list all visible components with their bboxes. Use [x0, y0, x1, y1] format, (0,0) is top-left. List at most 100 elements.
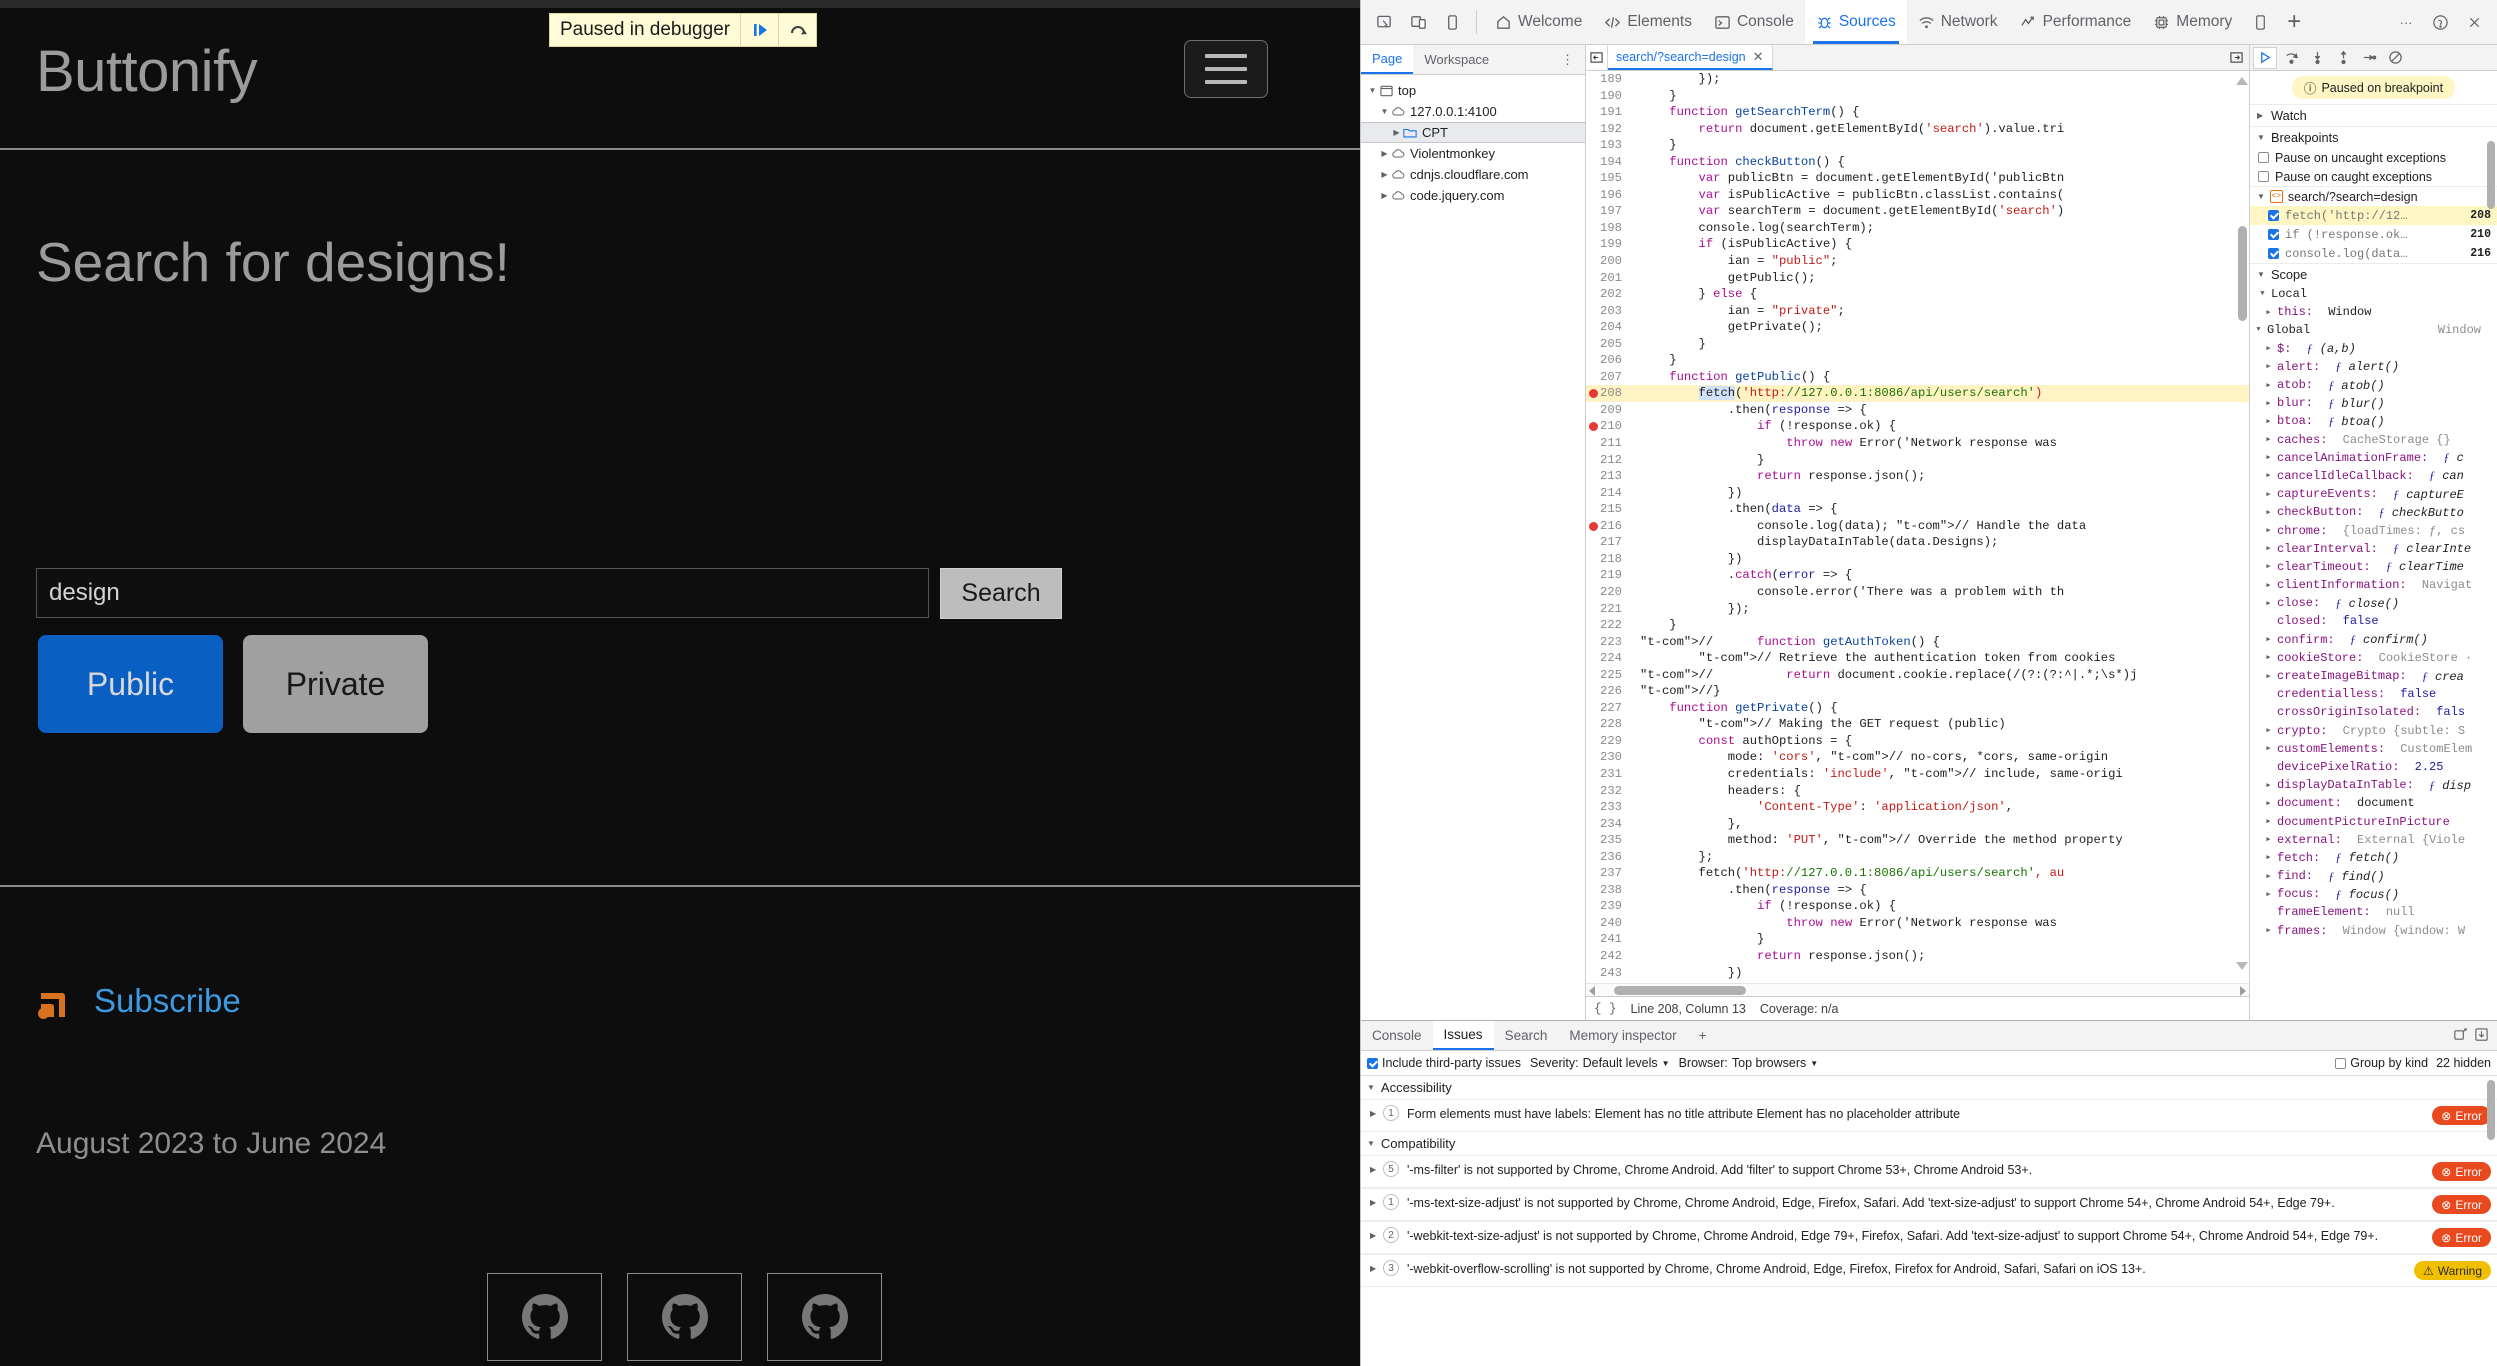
expand-caret-icon[interactable]: ▶ — [2264, 526, 2273, 535]
scroll-up-icon[interactable] — [2236, 77, 2248, 85]
line-number[interactable]: 206 — [1586, 352, 1628, 369]
search-button[interactable]: Search — [940, 568, 1062, 619]
expand-caret-icon[interactable]: ▶ — [2264, 344, 2273, 353]
line-number[interactable]: 222 — [1586, 617, 1628, 634]
line-number[interactable]: 191 — [1586, 104, 1628, 121]
include-third-party-toggle[interactable]: Include third-party issues — [1367, 1056, 1521, 1070]
issue-category-compatibility[interactable]: ▼ Compatibility — [1361, 1132, 2497, 1155]
scope-variable-row[interactable]: ▶ captureEvents: ƒ captureE — [2250, 485, 2497, 503]
deactivate-breakpoints-icon[interactable] — [2383, 47, 2407, 69]
line-number[interactable]: 201 — [1586, 270, 1628, 287]
line-number[interactable]: 213 — [1586, 468, 1628, 485]
line-number[interactable]: 227 — [1586, 700, 1628, 717]
issue-row[interactable]: ▶ 1 Form elements must have labels: Elem… — [1361, 1099, 2497, 1132]
collapse-caret-icon[interactable]: ▼ — [2257, 192, 2265, 201]
scope-variable-row[interactable]: ▶ cancelIdleCallback: ƒ can — [2250, 467, 2497, 485]
checkbox[interactable] — [2335, 1057, 2347, 1069]
expand-caret-icon[interactable]: ▶ — [1370, 1264, 1376, 1273]
expand-caret-icon[interactable]: ▶ — [2264, 508, 2273, 517]
scope-variable-row[interactable]: ▶ focus: ƒ focus() — [2250, 885, 2497, 903]
line-number[interactable]: 243 — [1586, 965, 1628, 982]
scope-variable-row[interactable]: ▶ checkButton: ƒ checkButto — [2250, 503, 2497, 521]
expand-caret-icon[interactable]: ▶ — [2264, 872, 2273, 881]
expand-caret-icon[interactable]: ▶ — [2264, 417, 2273, 426]
line-number[interactable]: 205 — [1586, 336, 1628, 353]
expand-caret-icon[interactable]: ▶ — [2264, 672, 2273, 681]
scope-variable-row[interactable]: ▶ close: ƒ close() — [2250, 594, 2497, 612]
expand-caret-icon[interactable]: ▶ — [1370, 1231, 1376, 1240]
browser-filter[interactable]: Browser: Top browsers ▼ — [1679, 1056, 1819, 1070]
device-toolbar-icon[interactable] — [1401, 5, 1435, 39]
resume-script-icon[interactable] — [740, 14, 778, 46]
expand-caret-icon[interactable]: ▶ — [2264, 744, 2273, 753]
expand-caret-icon[interactable]: ▼ — [2258, 290, 2267, 298]
collapse-caret-icon[interactable]: ▼ — [2257, 133, 2266, 142]
line-number[interactable]: 198 — [1586, 220, 1628, 237]
show-navigator-icon[interactable] — [1586, 45, 1608, 70]
line-number[interactable]: 212 — [1586, 452, 1628, 469]
tree-item-violentmonkey[interactable]: ▶ Violentmonkey — [1361, 143, 1585, 164]
scrollbar-thumb[interactable] — [2238, 226, 2247, 321]
line-number[interactable]: 236 — [1586, 849, 1628, 866]
inspect-element-icon[interactable] — [1367, 5, 1401, 39]
step-out-icon[interactable] — [2331, 47, 2355, 69]
device-icon[interactable] — [1435, 5, 1469, 39]
add-tab-button[interactable]: + — [2277, 8, 2311, 36]
tab-sources[interactable]: Sources — [1804, 0, 1907, 44]
line-number[interactable]: 192 — [1586, 121, 1628, 138]
line-number[interactable]: 240 — [1586, 915, 1628, 932]
scope-variable-row[interactable]: ▶ atob: ƒ atob() — [2250, 376, 2497, 394]
line-number[interactable]: 215 — [1586, 501, 1628, 518]
line-number[interactable]: 221 — [1586, 601, 1628, 618]
scope-variable-row[interactable]: ▶ document: document — [2250, 794, 2497, 812]
line-number[interactable]: 230 — [1586, 749, 1628, 766]
show-debugger-icon[interactable] — [2223, 45, 2249, 70]
expand-caret-icon[interactable]: ▶ — [2264, 362, 2273, 371]
scope-variable-row[interactable]: frameElement: null — [2250, 903, 2497, 921]
open-in-new-icon[interactable] — [2453, 1027, 2468, 1045]
help-icon[interactable] — [2423, 5, 2457, 39]
checkbox[interactable] — [2268, 229, 2279, 240]
expand-caret-icon[interactable]: ▶ — [1379, 191, 1390, 200]
line-number[interactable]: 228 — [1586, 716, 1628, 733]
expand-caret-icon[interactable]: ▶ — [2264, 781, 2273, 790]
line-number[interactable]: 190 — [1586, 88, 1628, 105]
breakpoints-section-header[interactable]: ▼ Breakpoints — [2250, 126, 2497, 148]
scope-variable-row[interactable]: ▶ cookieStore: CookieStore · — [2250, 649, 2497, 667]
expand-caret-icon[interactable]: ▶ — [1370, 1165, 1376, 1174]
scope-variable-row[interactable]: devicePixelRatio: 2.25 — [2250, 758, 2497, 776]
line-number[interactable]: 196 — [1586, 187, 1628, 204]
scope-variable-row[interactable]: credentialless: false — [2250, 685, 2497, 703]
step-icon[interactable] — [2357, 47, 2381, 69]
line-number[interactable]: 226 — [1586, 683, 1628, 700]
line-number[interactable]: 233 — [1586, 799, 1628, 816]
more-tabs-icon[interactable] — [2243, 5, 2277, 39]
breakpoint-item[interactable]: fetch('http://12… 208 — [2250, 206, 2497, 225]
scope-variable-row[interactable]: ▶ createImageBitmap: ƒ crea — [2250, 667, 2497, 685]
scroll-right-icon[interactable] — [2240, 986, 2246, 996]
expand-caret-icon[interactable]: ▶ — [1379, 149, 1390, 158]
close-devtools-icon[interactable] — [2457, 5, 2491, 39]
expand-caret-icon[interactable]: ▶ — [2264, 471, 2273, 480]
expand-caret-icon[interactable]: ▶ — [2264, 726, 2273, 735]
scroll-down-icon[interactable] — [2236, 962, 2248, 970]
breakpoint-marker[interactable] — [1589, 389, 1598, 399]
watch-section-header[interactable]: ▶ Watch — [2250, 104, 2497, 126]
expand-caret-icon[interactable]: ▶ — [2264, 399, 2273, 408]
scope-variable-row[interactable]: ▶ chrome: {loadTimes: ƒ, cs — [2250, 521, 2497, 539]
line-number[interactable]: 195 — [1586, 170, 1628, 187]
tab-network[interactable]: Network — [1907, 0, 2009, 44]
line-number[interactable]: 208 — [1586, 385, 1628, 402]
issue-row[interactable]: ▶ 3 '-webkit-overflow-scrolling' is not … — [1361, 1254, 2497, 1287]
line-number[interactable]: 220 — [1586, 584, 1628, 601]
group-by-kind-toggle[interactable]: Group by kind — [2335, 1056, 2428, 1070]
line-number[interactable]: 203 — [1586, 303, 1628, 320]
pause-uncaught-exceptions-row[interactable]: Pause on uncaught exceptions — [2250, 148, 2497, 167]
line-number[interactable]: 217 — [1586, 534, 1628, 551]
tree-item-origin[interactable]: ▼ 127.0.0.1:4100 — [1361, 101, 1585, 122]
scope-variable-row[interactable]: ▶ blur: ƒ blur() — [2250, 394, 2497, 412]
expand-caret-icon[interactable]: ▶ — [2264, 581, 2273, 590]
line-number[interactable]: 225 — [1586, 667, 1628, 684]
checkbox[interactable] — [2258, 152, 2269, 163]
step-into-icon[interactable] — [2305, 47, 2329, 69]
